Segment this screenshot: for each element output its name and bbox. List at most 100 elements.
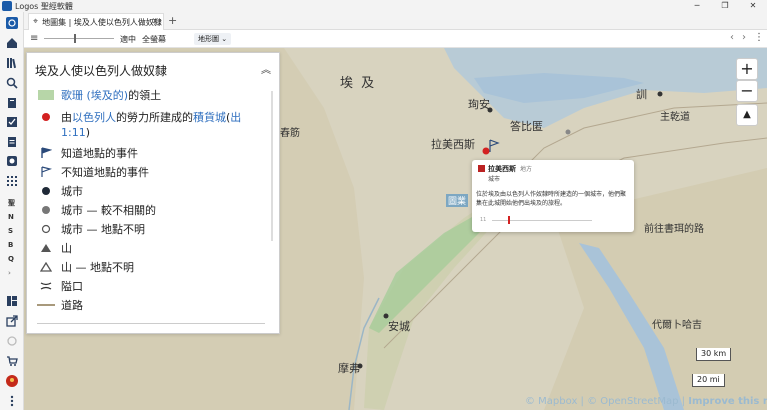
- panel-menu-icon[interactable]: ≡: [30, 33, 38, 44]
- export-icon[interactable]: [6, 315, 18, 327]
- sidebar-shortcut-1[interactable]: 聖: [8, 198, 15, 208]
- unknown-mountain-icon: [37, 262, 55, 272]
- map-toolbar: ≡ 適中 全螢幕 地形圖 ⌄ ‹ › ⋮: [24, 30, 767, 48]
- legend-text: 城市: [61, 185, 83, 198]
- document-icon[interactable]: [6, 136, 18, 148]
- home-icon[interactable]: [6, 37, 18, 49]
- compass-button[interactable]: ▲: [736, 104, 758, 126]
- pass-icon: [37, 281, 55, 291]
- lens-icon[interactable]: [6, 155, 18, 167]
- sidebar-shortcut-3[interactable]: S: [8, 227, 13, 235]
- map-label-way-to-shur: 前往書珥的路: [644, 224, 704, 235]
- checklist-icon[interactable]: [6, 116, 18, 128]
- new-tab-button[interactable]: +: [168, 14, 177, 27]
- forward-icon[interactable]: ›: [742, 32, 746, 43]
- map-label-egypt: 埃 及: [340, 76, 377, 91]
- legend-item: 隘口: [37, 278, 83, 294]
- map-label-on: 安城: [388, 320, 410, 333]
- scale-mi: 20 mi: [692, 374, 725, 387]
- tab-bar: ⌖ 地圖集 | 埃及人使以色列人做奴隸 ✕ +: [24, 12, 767, 30]
- bookmark-icon[interactable]: [6, 97, 18, 109]
- fit-button[interactable]: 適中: [120, 34, 136, 45]
- minimize-button[interactable]: ─: [683, 0, 711, 12]
- restore-button[interactable]: ❐: [711, 0, 739, 12]
- left-sidebar: 聖 N S B Q ›: [0, 12, 24, 410]
- tab-atlas[interactable]: ⌖ 地圖集 | 埃及人使以色列人做奴隸 ✕: [28, 13, 164, 30]
- popup-timeline-label: 11: [480, 217, 487, 223]
- map-attribution: © Mapbox | © OpenStreetMap | Improve thi…: [525, 396, 767, 407]
- popup-subtitle: 城市: [488, 176, 501, 183]
- legend-scrollbar[interactable]: [271, 91, 273, 241]
- sidebar-shortcut-2[interactable]: N: [8, 213, 14, 221]
- zoom-out-button[interactable]: −: [736, 80, 758, 102]
- legend-link[interactable]: 積貨城: [193, 109, 226, 125]
- zoom-slider[interactable]: [44, 34, 114, 43]
- apps-icon[interactable]: [6, 175, 18, 187]
- legend-link[interactable]: 歌珊 (埃及的): [61, 87, 128, 103]
- layout-icon[interactable]: [6, 295, 18, 307]
- search-icon[interactable]: [6, 77, 18, 89]
- map-type-label: 地形圖: [198, 35, 219, 43]
- legend-link[interactable]: 1:11: [61, 126, 86, 139]
- library-icon[interactable]: [6, 57, 18, 69]
- popup-title[interactable]: 拉美西斯: [488, 164, 516, 174]
- improve-map-link[interactable]: Improve this map: [688, 396, 767, 407]
- title-bar: Logos 聖經軟體 ─ ❐ ✕: [0, 0, 767, 12]
- legend-text: 不知道地點的事件: [61, 166, 149, 179]
- collapse-legend-icon[interactable]: ︽: [261, 61, 271, 76]
- popup-timeline-marker: [508, 216, 510, 224]
- legend-item: 山: [37, 240, 72, 256]
- sync-icon[interactable]: [6, 335, 18, 347]
- city-icon: [37, 186, 55, 196]
- legend-item: 城市 — 較不相關的: [37, 202, 156, 218]
- place-popup[interactable]: 拉美西斯 地方 城市 位於埃及由以色列人作奴隸時所建造的一個城市，他們聚集在此城…: [472, 160, 634, 232]
- legend-text: 山: [61, 242, 72, 255]
- map-pin-icon: ⌖: [33, 17, 39, 27]
- map-label-deir: 代爾卜哈吉: [652, 320, 702, 331]
- more-options-icon[interactable]: ⋮: [754, 32, 764, 43]
- legend-item: 歌珊 (埃及的) 的領土: [37, 87, 161, 103]
- legend-title: 埃及人使以色列人做奴隸: [35, 64, 168, 78]
- zoom-in-button[interactable]: +: [736, 58, 758, 80]
- legend-link[interactable]: 出: [230, 109, 241, 125]
- popup-type: 地方: [520, 166, 533, 173]
- logos-app-icon: [2, 1, 12, 11]
- mountain-icon: [37, 243, 55, 253]
- legend-link[interactable]: 以色列人: [72, 109, 116, 125]
- legend-item: 山 — 地點不明: [37, 259, 134, 275]
- more-icon[interactable]: [6, 395, 18, 407]
- legend-text: 由: [61, 111, 72, 124]
- zoom-slider-knob[interactable]: [74, 34, 76, 43]
- attribution-separator: |: [678, 396, 689, 407]
- legend-text: 道路: [61, 299, 83, 312]
- legend-item: 1:11): [37, 126, 90, 139]
- legend-text: 的領土: [128, 89, 162, 102]
- back-icon[interactable]: ‹: [730, 32, 734, 43]
- flag-icon: [37, 147, 55, 159]
- cart-icon[interactable]: [6, 355, 18, 367]
- unknown-city-icon: [37, 224, 55, 234]
- osm-link[interactable]: © OpenStreetMap: [587, 396, 678, 407]
- map-type-dropdown[interactable]: 地形圖 ⌄: [194, 33, 232, 45]
- avatar-icon[interactable]: [6, 375, 18, 387]
- store-city-icon: [37, 112, 55, 122]
- close-tab-icon[interactable]: ✕: [151, 17, 159, 27]
- map-label-west: 舂筋: [280, 128, 300, 139]
- city-marker-icon: [478, 165, 485, 172]
- legend-item: 城市: [37, 183, 83, 199]
- attribution-separator: |: [577, 396, 588, 407]
- fullscreen-button[interactable]: 全螢幕: [142, 34, 166, 45]
- map-label-memphis: 摩弗: [338, 362, 360, 375]
- minor-city-icon: [37, 205, 55, 215]
- close-window-button[interactable]: ✕: [739, 0, 767, 12]
- logos-icon[interactable]: [6, 17, 18, 29]
- road-icon: [37, 302, 55, 308]
- sidebar-shortcut-4[interactable]: B: [8, 241, 13, 249]
- legend-text: 城市 — 地點不明: [61, 223, 145, 236]
- mapbox-link[interactable]: © Mapbox: [525, 396, 577, 407]
- sidebar-shortcut-5[interactable]: Q: [8, 255, 14, 263]
- map-label-main-road: 主乾道: [660, 112, 690, 123]
- sidebar-expand-chevron-icon[interactable]: ›: [8, 269, 11, 277]
- legend-item: 知道地點的事件: [37, 145, 138, 161]
- popup-timeline[interactable]: [492, 220, 592, 221]
